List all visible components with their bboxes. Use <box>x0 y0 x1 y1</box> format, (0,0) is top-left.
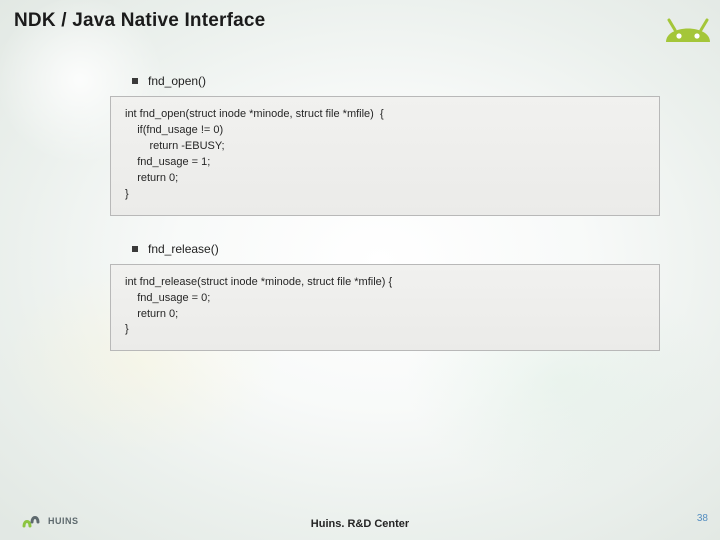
bullet-label: fnd_open() <box>148 74 206 88</box>
slide-footer: HUINS Huins. R&D Center 38 <box>0 504 720 534</box>
android-robot-icon <box>660 0 716 42</box>
page-number: 38 <box>697 513 708 524</box>
footer-center-text: Huins. R&D Center <box>0 518 720 530</box>
code-block: int fnd_open(struct inode *minode, struc… <box>110 96 660 216</box>
slide-content: fnd_open() int fnd_open(struct inode *mi… <box>110 68 660 351</box>
bullet-label: fnd_release() <box>148 242 219 256</box>
code-block: int fnd_release(struct inode *minode, st… <box>110 264 660 352</box>
page-title: NDK / Java Native Interface <box>14 10 265 32</box>
bullet-square-icon <box>132 78 138 84</box>
bullet-item: fnd_release() <box>132 242 660 256</box>
bullet-square-icon <box>132 246 138 252</box>
bullet-item: fnd_open() <box>132 74 660 88</box>
